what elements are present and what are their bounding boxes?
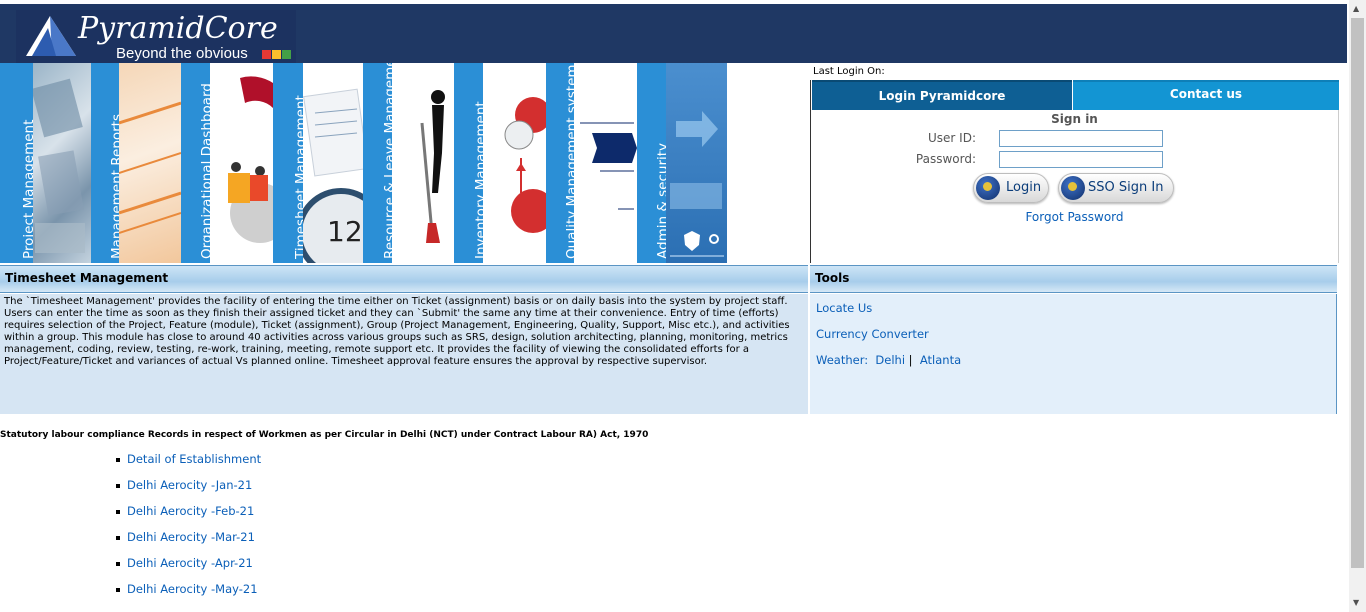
tab-resource-leave-management[interactable]: Resource & Leave Management (363, 63, 398, 263)
tab-quality-management-system[interactable]: Quality Management system (546, 63, 580, 263)
dashboard-image (210, 63, 273, 263)
login-button-label: Login (1006, 180, 1042, 195)
timesheet-section-title: Timesheet Management (0, 265, 808, 293)
project-image (33, 63, 91, 263)
pyramid-logo-icon (26, 16, 76, 56)
scroll-down-arrow-icon[interactable]: ▼ (1353, 598, 1359, 607)
login-panel: Login Pyramidcore Contact us Sign in Use… (810, 80, 1339, 263)
weather-delhi-link[interactable]: Delhi (875, 353, 905, 367)
currency-converter-link[interactable]: Currency Converter (816, 327, 929, 341)
timesheet-description: The `Timesheet Management' provides the … (0, 294, 808, 414)
timesheet-image: 12 (303, 63, 363, 263)
weather-separator: | (908, 353, 913, 367)
quality-image (574, 63, 637, 263)
tools-panel: Locate Us Currency Converter Weather: De… (810, 294, 1337, 414)
scroll-up-arrow-icon[interactable]: ▲ (1353, 4, 1359, 13)
pyramidcore-logo[interactable]: PyramidCore Beyond the obvious (16, 10, 296, 63)
site-header: PyramidCore Beyond the obvious (0, 4, 1347, 63)
detail-of-establishment-link[interactable]: Detail of Establishment (116, 452, 261, 478)
resource-image (392, 63, 454, 263)
key-icon (1061, 176, 1085, 200)
userid-input[interactable] (999, 130, 1163, 147)
inventory-image (483, 63, 546, 263)
login-tabs: Login Pyramidcore Contact us (812, 80, 1339, 110)
tab-login-pyramidcore[interactable]: Login Pyramidcore (812, 80, 1072, 110)
reports-lines-icon (119, 101, 181, 234)
tab-organizational-dashboard[interactable]: Organizational Dashboard (181, 63, 215, 263)
tab-contact-us[interactable]: Contact us (1073, 80, 1339, 110)
delhi-aerocity-feb-21-link[interactable]: Delhi Aerocity -Feb-21 (116, 504, 261, 530)
tab-inventory-management[interactable]: Inventory Management (454, 63, 489, 263)
delhi-aerocity-mar-21-link[interactable]: Delhi Aerocity -Mar-21 (116, 530, 261, 556)
clock-sheet-icon: 12 (303, 88, 363, 263)
brand-square-yellow-icon (272, 50, 281, 59)
brand-square-red-icon (262, 50, 271, 59)
svg-text:12: 12 (327, 215, 363, 248)
weather-row: Weather: Delhi | Atlanta (816, 353, 961, 367)
signin-title: Sign in (1051, 112, 1098, 126)
process-cycle-icon (504, 97, 546, 233)
last-login-label: Last Login On: (813, 66, 885, 77)
dashboard-cycle-icon (228, 76, 273, 243)
brand-tagline: Beyond the obvious (116, 45, 248, 62)
security-image (666, 63, 727, 263)
statutory-links: Detail of Establishment Delhi Aerocity -… (116, 452, 261, 608)
delhi-aerocity-may-21-link[interactable]: Delhi Aerocity -May-21 (116, 582, 261, 608)
weather-atlanta-link[interactable]: Atlanta (920, 353, 961, 367)
forgot-password-link[interactable]: Forgot Password (811, 210, 1338, 224)
delhi-aerocity-apr-21-link[interactable]: Delhi Aerocity -Apr-21 (116, 556, 261, 582)
brand-name: PyramidCore (78, 11, 278, 46)
blueprint-image-icon (33, 78, 85, 253)
key-icon (976, 176, 1000, 200)
locate-us-link[interactable]: Locate Us (816, 301, 872, 315)
module-banner: Project Management Management Reports Or… (0, 63, 810, 263)
tab-management-reports[interactable]: Management Reports (91, 63, 125, 263)
sso-signin-button[interactable]: SSO Sign In (1058, 173, 1174, 203)
person-shadow-icon (420, 90, 445, 243)
reports-image (119, 63, 181, 263)
tools-section-title: Tools (810, 265, 1337, 293)
delhi-aerocity-jan-21-link[interactable]: Delhi Aerocity -Jan-21 (116, 478, 261, 504)
quality-chevron-icon (580, 122, 637, 210)
password-label: Password: (915, 152, 976, 166)
statutory-heading: Statutory labour compliance Records in r… (0, 430, 649, 440)
page-scrollbar[interactable]: ▲ ▼ (1349, 0, 1366, 612)
brand-square-green-icon (282, 50, 291, 59)
tab-admin-security[interactable]: Admin & security (637, 63, 671, 263)
security-binary-icon (670, 111, 724, 257)
login-button[interactable]: Login (973, 173, 1049, 203)
password-input[interactable] (999, 151, 1163, 168)
tab-project-management[interactable]: Project Management (0, 63, 37, 263)
weather-label: Weather: (816, 353, 869, 367)
tab-timesheet-management[interactable]: Timesheet Management (273, 63, 309, 263)
userid-label: User ID: (928, 131, 976, 145)
scrollbar-thumb[interactable] (1351, 18, 1364, 568)
sso-button-label: SSO Sign In (1088, 180, 1164, 195)
